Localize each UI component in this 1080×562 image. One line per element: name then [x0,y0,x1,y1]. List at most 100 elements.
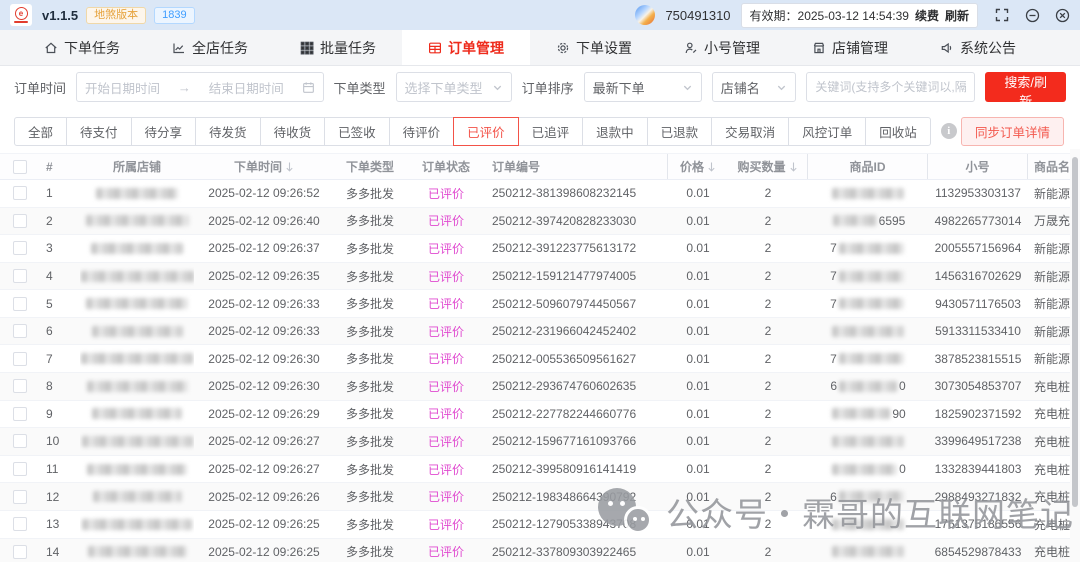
column-header-price[interactable]: 价格 [668,154,728,179]
column-header-qty[interactable]: 购买数量 [728,154,808,179]
refresh-link[interactable]: 刷新 [945,7,969,24]
status-tab-待评价[interactable]: 待评价 [389,117,455,146]
blurred-store-name [81,353,193,364]
status-tab-已退款[interactable]: 已退款 [647,117,713,146]
row-checkbox[interactable] [13,269,27,283]
column-header-status: 订单状态 [406,154,486,179]
chart-icon [172,41,186,55]
status-tab-风控订单[interactable]: 风控订单 [788,117,866,146]
cell-store [80,483,194,510]
cell-sel [0,483,40,510]
nav-tab-shop-management[interactable]: 店铺管理 [786,30,914,65]
row-checkbox[interactable] [13,186,27,200]
table-row: 62025-02-12 09:26:33多多批发已评价250212-231966… [0,318,1080,346]
minimize-icon[interactable] [1024,7,1040,23]
status-tab-交易取消[interactable]: 交易取消 [711,117,789,146]
range-arrow: → [178,80,191,95]
cell-price: 0.01 [668,180,728,207]
status-tab-已签收[interactable]: 已签收 [324,117,390,146]
row-checkbox[interactable] [13,545,27,559]
order-sort-select[interactable]: 最新下单 [584,72,702,102]
status-tab-回收站[interactable]: 回收站 [865,117,931,146]
keyword-input[interactable] [815,80,966,94]
status-tab-待支付[interactable]: 待支付 [66,117,132,146]
blurred-product-id [832,519,904,530]
nav-tab-announcements[interactable]: 系统公告 [914,30,1042,65]
column-label: # [46,160,53,174]
search-refresh-button[interactable]: 搜索/刷新 [985,72,1066,102]
nav-tab-store-tasks[interactable]: 全店任务 [146,30,274,65]
cell-order: 250212-399580916141419 [486,456,668,483]
cell-idx: 7 [40,345,80,372]
logo-underline [14,21,28,23]
renew-link[interactable]: 续费 [915,7,939,24]
status-tab-已追评[interactable]: 已追评 [518,117,584,146]
row-checkbox[interactable] [13,241,27,255]
blurred-store-name [88,546,187,557]
row-checkbox[interactable] [13,379,27,393]
cell-sub: 5913311533410 [928,318,1028,345]
fullscreen-icon[interactable] [994,7,1010,23]
cell-type: 多多批发 [334,539,406,562]
cell-sub: 9430571176503 [928,290,1028,317]
nav-tab-batch-tasks[interactable]: 批量任务 [274,30,402,65]
row-checkbox[interactable] [13,214,27,228]
cell-pid [808,318,928,345]
cell-sub: 1132953303137 [928,180,1028,207]
cell-idx: 14 [40,539,80,562]
nav-tab-order-management[interactable]: 订单管理 [402,30,530,65]
cell-pid: 7 [808,235,928,262]
status-tab-待分享[interactable]: 待分享 [131,117,197,146]
cell-store [80,373,194,400]
cell-time: 2025-02-12 09:26:25 [194,511,334,538]
row-checkbox[interactable] [13,490,27,504]
status-tab-已评价[interactable]: 已评价 [453,117,519,146]
status-tab-退款中[interactable]: 退款中 [582,117,648,146]
nav-tab-label: 系统公告 [960,38,1016,58]
status-tab-全部[interactable]: 全部 [14,117,67,146]
status-tab-待收货[interactable]: 待收货 [260,117,326,146]
user-avatar[interactable] [635,5,655,25]
row-checkbox[interactable] [13,324,27,338]
column-label: 订单编号 [492,158,540,175]
row-checkbox[interactable] [13,517,27,531]
blurred-product-id [832,464,897,475]
vertical-scrollbar[interactable] [1070,149,1080,562]
search-field-select[interactable]: 店铺名 [712,72,797,102]
blurred-product-id [839,491,904,502]
row-checkbox[interactable] [13,297,27,311]
table-row: 92025-02-12 09:26:29多多批发已评价250212-227782… [0,401,1080,429]
row-checkbox[interactable] [13,462,27,476]
blurred-product-id [832,546,904,557]
table-row: 112025-02-12 09:26:27多多批发已评价250212-39958… [0,456,1080,484]
cell-time: 2025-02-12 09:26:27 [194,428,334,455]
order-type-select[interactable]: 选择下单类型 [396,72,512,102]
select-all-checkbox[interactable] [13,160,27,174]
sort-arrow-icon[interactable] [285,161,294,172]
sort-arrow-icon[interactable] [707,161,716,172]
app-window: e v1.1.5 地煞版本 1839 750491310 有效期：2025-03… [0,0,1080,562]
status-tab-待发货[interactable]: 待发货 [195,117,261,146]
nav-tab-order-tasks[interactable]: 下单任务 [18,30,146,65]
scrollbar-thumb[interactable] [1072,157,1078,507]
row-checkbox[interactable] [13,407,27,421]
close-icon[interactable] [1054,7,1070,23]
row-checkbox[interactable] [13,352,27,366]
order-status-badge: 已评价 [428,461,464,478]
table-row: 72025-02-12 09:26:30多多批发已评价250212-005536… [0,345,1080,373]
date-range-picker[interactable]: 开始日期时间 → 结束日期时间 [76,72,324,102]
nav-tab-label: 下单设置 [576,38,632,58]
row-checkbox[interactable] [13,434,27,448]
column-header-store: 所属店铺 [80,154,194,179]
order-status-badge: 已评价 [428,295,464,312]
cell-type: 多多批发 [334,345,406,372]
nav-tab-account-management[interactable]: 小号管理 [658,30,786,65]
column-header-time[interactable]: 下单时间 [194,154,334,179]
cell-status: 已评价 [406,511,486,538]
sort-arrow-icon[interactable] [789,161,798,172]
nav-tab-order-settings[interactable]: 下单设置 [530,30,658,65]
sync-order-details-button[interactable]: 同步订单详情 [961,117,1064,146]
cell-sub: 1456316702629 [928,263,1028,290]
info-icon[interactable]: i [941,123,957,139]
cell-sel [0,345,40,372]
